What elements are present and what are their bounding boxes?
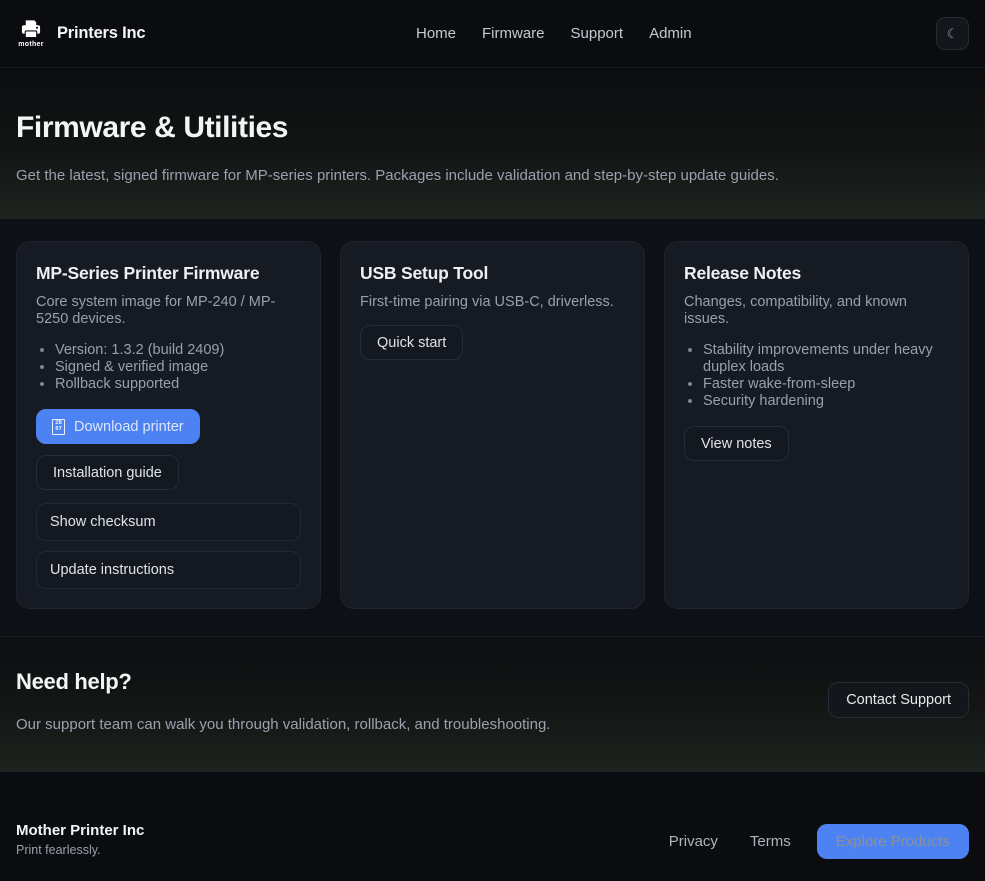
printer-icon — [18, 19, 44, 40]
explore-products-button[interactable]: Explore Products — [817, 824, 969, 859]
card-notes-bullets: Stability improvements under heavy duple… — [684, 342, 949, 410]
footer-brand-block: Mother Printer Inc Print fearlessly. — [16, 822, 144, 857]
card-usb-description: First-time pairing via USB-C, driverless… — [360, 294, 625, 311]
tofu-hex-bottom: 07 — [55, 427, 62, 433]
brand-name: Printers Inc — [57, 24, 145, 43]
bullet-signed: Signed & verified image — [55, 359, 301, 376]
card-notes-description: Changes, compatibility, and known issues… — [684, 294, 949, 328]
footer-link-privacy[interactable]: Privacy — [669, 833, 718, 850]
nav-link-firmware[interactable]: Firmware — [482, 25, 545, 42]
download-button-label: Download printer — [74, 419, 184, 435]
view-notes-button[interactable]: View notes — [684, 426, 789, 461]
bullet-rollback: Rollback supported — [55, 376, 301, 393]
card-usb-setup: USB Setup Tool First-time pairing via US… — [340, 241, 645, 609]
nav-link-admin[interactable]: Admin — [649, 25, 692, 42]
printer-logo-icon: mother — [16, 19, 46, 48]
bullet-version: Version: 1.3.2 (build 2409) — [55, 342, 301, 359]
bullet-security: Security hardening — [703, 393, 949, 410]
bullet-stability: Stability improvements under heavy duple… — [703, 342, 949, 376]
footer-brand-name: Mother Printer Inc — [16, 822, 144, 839]
card-release-notes: Release Notes Changes, compatibility, an… — [664, 241, 969, 609]
main-nav: Home Firmware Support Admin — [416, 25, 692, 42]
download-printer-button[interactable]: 2B 07 Download printer — [36, 409, 200, 444]
card-firmware-title: MP-Series Printer Firmware — [36, 263, 301, 284]
help-section: Need help? Our support team can walk you… — [0, 636, 985, 771]
update-instructions-button[interactable]: Update instructions — [36, 551, 301, 589]
footer: Mother Printer Inc Print fearlessly. Pri… — [0, 771, 985, 881]
help-text: Our support team can walk you through va… — [16, 716, 550, 733]
help-text-block: Need help? Our support team can walk you… — [16, 669, 550, 733]
top-navbar: mother Printers Inc Home Firmware Suppor… — [0, 0, 985, 68]
card-firmware-bullets: Version: 1.3.2 (build 2409) Signed & ver… — [36, 342, 301, 393]
brand[interactable]: mother Printers Inc — [16, 19, 145, 48]
moon-icon: ☾ — [947, 26, 959, 42]
card-firmware-description: Core system image for MP-240 / MP-5250 d… — [36, 294, 301, 328]
footer-links: Privacy Terms Explore Products — [669, 824, 969, 859]
contact-support-button[interactable]: Contact Support — [828, 682, 969, 718]
card-grid: MP-Series Printer Firmware Core system i… — [16, 241, 969, 609]
help-title: Need help? — [16, 669, 550, 695]
installation-guide-button[interactable]: Installation guide — [36, 455, 179, 490]
page-title: Firmware & Utilities — [16, 111, 969, 145]
page-subtitle: Get the latest, signed firmware for MP-s… — [16, 167, 969, 184]
download-tofu-icon: 2B 07 — [52, 419, 65, 435]
main-content: MP-Series Printer Firmware Core system i… — [0, 219, 985, 636]
hero-section: Firmware & Utilities Get the latest, sig… — [0, 68, 985, 219]
footer-tagline: Print fearlessly. — [16, 843, 144, 857]
card-usb-title: USB Setup Tool — [360, 263, 625, 284]
nav-link-home[interactable]: Home — [416, 25, 456, 42]
card-notes-title: Release Notes — [684, 263, 949, 284]
footer-link-terms[interactable]: Terms — [750, 833, 791, 850]
quick-start-button[interactable]: Quick start — [360, 325, 463, 360]
theme-toggle-button[interactable]: ☾ — [936, 17, 969, 50]
show-checksum-button[interactable]: Show checksum — [36, 503, 301, 541]
bullet-wake: Faster wake-from-sleep — [703, 376, 949, 393]
logo-caption: mother — [18, 41, 44, 48]
card-firmware: MP-Series Printer Firmware Core system i… — [16, 241, 321, 609]
nav-link-support[interactable]: Support — [571, 25, 624, 42]
